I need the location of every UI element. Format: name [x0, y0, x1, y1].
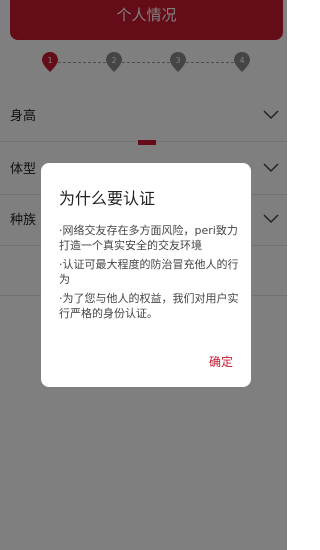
dialog-body: ·网络交友存在多方面风险，peri致力打造一个真实安全的交友环境 ·认证可最大程… [59, 223, 241, 325]
dialog-paragraph: ·网络交友存在多方面风险，peri致力打造一个真实安全的交友环境 [59, 224, 238, 252]
confirm-button[interactable]: 确定 [209, 353, 233, 370]
dialog-paragraph: ·认证可最大程度的防治冒充他人的行为 [59, 258, 239, 286]
dialog-title: 为什么要认证 [59, 189, 156, 208]
dialog-paragraph: ·为了您与他人的权益，我们对用户实行严格的身份认证。 [59, 292, 239, 320]
verification-dialog: 为什么要认证 ·网络交友存在多方面风险，peri致力打造一个真实安全的交友环境 … [41, 163, 251, 387]
